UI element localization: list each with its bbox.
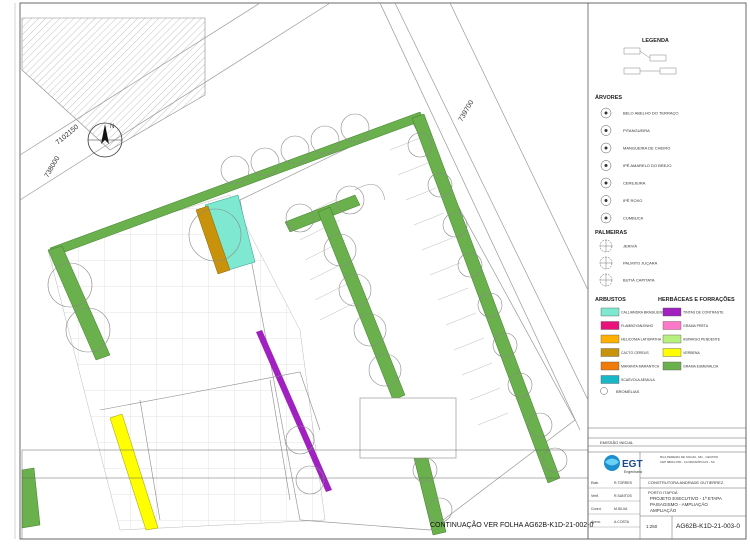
palmeira-label: BUTIÁ CAPITATA <box>623 278 655 283</box>
site-name: PORTO ITAPOÁ <box>648 490 678 495</box>
arbusto-swatch <box>600 321 620 330</box>
arbusto-swatch <box>600 361 620 371</box>
address-line2: CEP 88010-050 - FLORIANÓPOLIS - SC <box>660 459 716 464</box>
herbacea-swatch <box>662 348 682 357</box>
arbusto-label: HELICONIA LATISPATHA <box>621 338 662 342</box>
client-name: CONSTRUTORA ANDRADE GUTIERREZ <box>648 480 724 485</box>
arbusto-label: FLAMBOYANZINHO <box>621 324 653 328</box>
title-row-value: M.SILVA <box>614 507 628 511</box>
plan-canvas: N 7102150 738000 739700 CONTINUAÇÃO VER … <box>14 2 747 540</box>
tree-center-icon <box>604 164 608 167</box>
herbacea-label: GRAMA PRETA <box>683 324 709 328</box>
title-row-key: Verif. <box>591 494 599 498</box>
herbacea-swatch <box>662 361 682 371</box>
tree-center-icon <box>604 146 608 150</box>
herbacea-label: TINTAS DE CONTRASTE <box>683 311 724 315</box>
herbacea-swatch <box>662 307 682 317</box>
title-row-key: Elab. <box>591 481 599 485</box>
title-row-value: R.TORRES <box>614 481 633 485</box>
palmeira-label: PALMITO JUÇARA <box>623 261 658 266</box>
herbacea-swatch <box>662 334 682 344</box>
drawing-sheet: N 7102150 738000 739700 CONTINUAÇÃO VER … <box>0 0 750 544</box>
tree-center-icon <box>604 111 608 115</box>
arvore-label: IPÊ AMARELO DO BREJO <box>623 163 671 168</box>
legend-title: LEGENDA <box>642 38 669 44</box>
arbusto-swatch <box>600 307 620 317</box>
company-logo <box>604 455 620 471</box>
north-label: N <box>110 124 114 130</box>
drawing-scale: 1:250 <box>646 524 658 529</box>
herbaceas-title: HERBÁCEAS E FORRAÇÕES <box>658 296 735 303</box>
arbusto-swatch <box>600 348 620 357</box>
arvores-title: ÁRVORES <box>595 94 622 101</box>
herbacea-label: VERBENA <box>683 351 700 355</box>
extra-symbol-label: BROMÉLIAS <box>616 389 640 394</box>
palmeira-label: JERIVÁ <box>623 244 637 249</box>
arbusto-label: SCAEVOLA AEMULA <box>621 378 656 382</box>
arbusto-label: MARANTA MARANTICA <box>621 365 660 369</box>
project-title: PROJETO EXECUTIVO - 1ª ETAPA <box>650 496 722 501</box>
address-line1: RUA PEREIRA DE SOUZA, 181 - CENTRO <box>660 455 719 459</box>
title-row-value: A.COSTA <box>614 520 630 524</box>
arbustos-title: ARBUSTOS <box>595 297 626 303</box>
arbusto-label: CALLIANDRA BRASILIENSE <box>621 311 667 315</box>
arvore-label: MANGUEIRA DE CHEIRO <box>623 146 670 151</box>
title-row-value: R.SANTOS <box>614 494 632 498</box>
tree-center-icon <box>604 181 608 185</box>
title-row-key: Coord. <box>591 507 602 511</box>
herbacea-swatch <box>662 321 682 330</box>
palmeiras-title: PALMEIRAS <box>595 230 627 236</box>
project-sub2: AMPLIAÇÃO <box>650 507 677 513</box>
project-sub1: PAISAGISMO - AMPLIAÇÃO <box>650 501 708 507</box>
arbusto-swatch <box>600 334 620 344</box>
herbacea-label: ASPARGO PENDENTE <box>683 338 721 342</box>
title-row-key: Aprov. <box>591 520 601 524</box>
tree-center-icon <box>604 199 608 202</box>
sheet-code: AG62B-K1D-21-003-0 <box>676 523 740 530</box>
arbusto-swatch <box>600 375 620 384</box>
company-sub: Engenharia <box>624 470 642 474</box>
arvore-label: IPÊ ROXO <box>623 198 642 203</box>
arbusto-label: CACTO CEREUS <box>621 351 649 355</box>
arvore-label: CUMBUCA <box>623 216 644 221</box>
arvore-label: BELO ABELHO DO TERRAÇO <box>623 111 679 116</box>
revision-label: EMISSÃO INICIAL <box>600 440 634 445</box>
arvore-label: PITANGUEIRA <box>623 128 650 133</box>
arvore-label: CEREJEIRA <box>623 181 646 186</box>
herbacea-label: GRAMA ESMERALDA <box>683 365 719 369</box>
tree-center-icon <box>604 216 608 220</box>
continuation-note: CONTINUAÇÃO VER FOLHA AG62B-K1D-21-002-0 <box>430 520 593 529</box>
tree-center-icon <box>604 129 608 132</box>
company-name: EGT <box>622 459 643 470</box>
